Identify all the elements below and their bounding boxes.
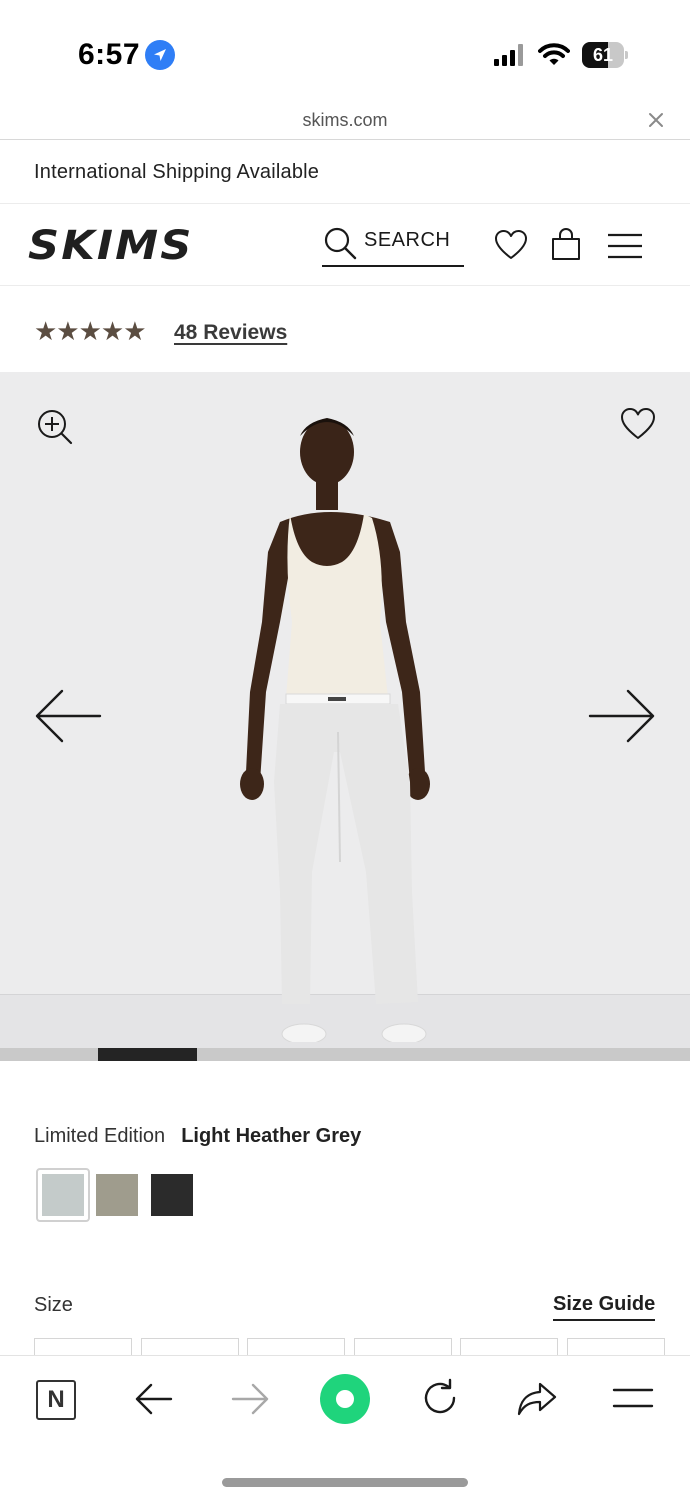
zoom-in-icon[interactable] — [36, 408, 74, 446]
wishlist-heart-icon[interactable] — [495, 230, 527, 260]
cellular-signal-icon — [494, 44, 523, 66]
reload-icon[interactable] — [420, 1378, 460, 1418]
search-button[interactable]: SEARCH — [322, 223, 464, 267]
search-icon — [324, 227, 357, 260]
selected-color-name: Light Heather Grey — [181, 1125, 362, 1147]
menu-icon[interactable] — [607, 232, 643, 260]
color-swatch-onyx[interactable] — [151, 1174, 193, 1216]
shipping-banner: International Shipping Available — [0, 141, 690, 204]
record-dot-icon — [336, 1390, 354, 1408]
gallery-progress-thumb[interactable] — [98, 1048, 197, 1061]
menu-icon[interactable] — [612, 1386, 654, 1412]
home-indicator — [222, 1478, 468, 1487]
gallery-progress-track[interactable] — [0, 1048, 690, 1061]
location-icon — [145, 40, 175, 70]
color-label: Limited Edition — [34, 1125, 166, 1147]
close-icon[interactable] — [646, 110, 666, 130]
color-swatch-light-heather-grey[interactable] — [36, 1168, 90, 1222]
site-header: SKIMS SEARCH — [0, 205, 690, 286]
product-photo-model — [240, 418, 430, 1042]
wifi-icon — [538, 43, 570, 65]
previous-image-arrow-icon[interactable] — [34, 688, 102, 744]
skims-logo[interactable]: SKIMS — [28, 223, 194, 269]
n-app-button[interactable]: N — [36, 1380, 76, 1420]
record-button[interactable] — [320, 1374, 370, 1424]
status-time: 6:57 — [78, 38, 141, 71]
size-guide-link[interactable]: Size Guide — [553, 1293, 656, 1321]
back-arrow-icon[interactable] — [134, 1382, 174, 1416]
battery-level: 61 — [592, 45, 614, 65]
color-swatch-olive-grey[interactable] — [96, 1174, 138, 1216]
forward-arrow-icon[interactable] — [230, 1382, 270, 1416]
share-arrow-icon[interactable] — [516, 1380, 558, 1418]
shipping-banner-text: International Shipping Available — [34, 161, 320, 183]
add-to-wishlist-heart-icon[interactable] — [621, 408, 655, 440]
browser-url-bar[interactable]: skims.com — [0, 100, 690, 140]
browser-toolbar: N — [0, 1355, 690, 1500]
reviews-link[interactable]: 48 Reviews — [174, 321, 287, 345]
battery-indicator: 61 — [582, 42, 628, 68]
color-row: Limited Edition Light Heather Grey — [34, 1125, 361, 1148]
next-image-arrow-icon[interactable] — [588, 688, 656, 744]
search-label: SEARCH — [364, 229, 451, 251]
url-text: skims.com — [302, 110, 388, 130]
size-label: Size — [34, 1294, 73, 1316]
shopping-bag-icon[interactable] — [550, 227, 582, 261]
status-bar: 6:57 61 — [0, 0, 690, 100]
rating-stars: ★★★★★ — [34, 316, 147, 346]
product-image-gallery[interactable] — [0, 372, 690, 1048]
